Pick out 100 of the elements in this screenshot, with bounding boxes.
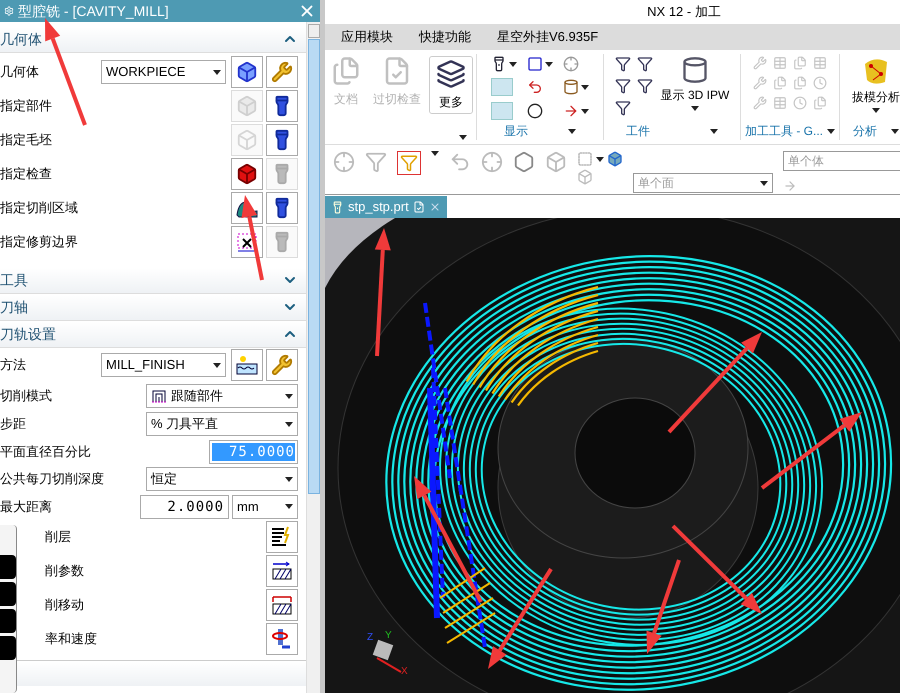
dropdown-caret-icon [431,151,439,156]
section-title[interactable]: 刀轴 [0,296,28,318]
line-icon[interactable] [563,103,579,119]
machining-tool-icon[interactable] [753,96,767,110]
dropdown-caret-icon [872,108,880,113]
machining-tool-icon[interactable] [813,76,827,90]
dropdown-caret-icon [760,180,768,186]
machining-tool-icon[interactable] [813,96,827,110]
window-title: NX 12 - 加工 [647,3,721,22]
menu-item[interactable]: 星空外挂V6.935F [497,27,598,47]
funnel-icon[interactable] [614,78,631,94]
hexagon-icon[interactable] [513,151,535,173]
funnel-icon[interactable] [636,78,653,94]
tool-button[interactable] [266,124,298,156]
dropdown-caret-icon [285,422,293,426]
dropdown-caret-icon [690,106,699,111]
funnel-icon[interactable] [636,56,653,72]
dropdown-caret-icon [213,362,221,368]
tool-button[interactable] [231,158,263,190]
cube-icon[interactable] [607,151,623,167]
dropdown[interactable]: mm [232,494,298,518]
arrow-icon[interactable] [783,179,797,193]
tool-button[interactable] [266,192,298,224]
field-label: 削层 [44,528,71,546]
cube-icon [236,61,258,83]
field-label: 公共每刀切削深度 [0,470,104,488]
funnel-icon [400,154,418,172]
wrench-icon [271,354,293,376]
wireframe-cube-icon[interactable] [545,151,567,173]
dropdown-caret-icon [891,128,899,134]
crosshair-icon[interactable] [563,56,579,72]
undo-icon[interactable] [449,151,471,173]
field-label: 切削模式 [0,387,52,406]
tool-button[interactable] [266,589,298,621]
field-label: 几何体 [0,63,39,82]
machining-tool-icon[interactable] [793,76,807,90]
filter-button[interactable] [397,151,421,175]
eraser-icon[interactable] [577,169,593,185]
field-label: 步距 [0,415,26,434]
curve-icon[interactable] [527,79,543,95]
dropdown-caret-icon [545,62,553,66]
tool-button[interactable] [231,349,263,381]
scroll-up-button[interactable] [308,24,320,38]
machining-tool-icon[interactable] [793,96,807,110]
machining-tool-icon[interactable] [793,56,807,70]
machining-tool-icon[interactable] [813,56,827,70]
dropdown-caret-icon [568,128,576,134]
dropdown-caret-icon [581,108,589,114]
field-label: 率和速度 [44,630,97,648]
block-icon [236,163,258,185]
menu-item[interactable]: 应用模块 [341,27,393,47]
dropdown[interactable]: % 刀具平直 [146,412,298,436]
field-label: 指定检查 [0,165,52,184]
number-field[interactable]: 2.0000 [140,494,229,518]
tool-button[interactable] [266,623,298,655]
menu-item[interactable]: 快捷功能 [419,27,471,47]
dropdown[interactable]: WORKPIECE [101,60,226,84]
group-label: 分析 [853,123,877,140]
funnel-icon[interactable] [614,100,631,116]
crosshair-icon[interactable] [481,151,503,173]
dropdown[interactable]: 恒定 [146,467,298,491]
ribbon-button[interactable]: 拔模分析 [852,56,900,113]
group-label: 加工工具 - G... [745,123,823,140]
tool-button[interactable] [266,555,298,587]
funnel-icon[interactable] [614,56,631,72]
group-label: 显示 [504,123,528,140]
dropdown-caret-icon [285,476,293,482]
scrollbar[interactable] [306,22,320,693]
scroll-thumb[interactable] [308,39,320,494]
dropdown-caret-icon [285,394,293,398]
tool-button[interactable] [266,521,298,553]
section-title[interactable]: 几何体 [0,28,42,50]
ribbon-button[interactable]: 显示 3D IPW [660,56,730,111]
machining-tool-icon[interactable] [773,76,787,90]
machining-tool-icon[interactable] [773,96,787,110]
machining-tool-icon[interactable] [773,56,787,70]
dropdown[interactable]: 跟随部件 [146,384,298,408]
boundary-icon [235,231,259,253]
section-title[interactable]: 工具 [0,270,28,290]
cylinder-icon[interactable] [563,79,579,95]
dropdown-caret-icon [581,84,589,90]
tool-button[interactable] [266,90,298,122]
machining-tool-icon[interactable] [753,56,767,70]
document-icon [412,201,425,213]
dropdown[interactable]: MILL_FINISH [101,353,226,377]
field-label: 指定毛坯 [0,131,52,150]
cutter-icon [680,56,709,84]
field-label: 指定部件 [0,97,52,116]
crosshair-icon[interactable] [333,151,355,173]
wireframe-cube-icon [236,129,258,151]
water-surface-icon [235,354,259,376]
tool-button[interactable] [231,56,263,88]
close-icon [428,201,441,213]
section-title[interactable]: 刀轨设置 [0,324,56,344]
field-label: 方法 [0,356,26,374]
dropdown-caret-icon [710,128,718,134]
circle-icon[interactable] [527,103,543,119]
selection-box-icon[interactable] [577,151,593,167]
machining-tool-icon[interactable] [753,76,767,90]
frame-icon[interactable] [527,56,543,72]
